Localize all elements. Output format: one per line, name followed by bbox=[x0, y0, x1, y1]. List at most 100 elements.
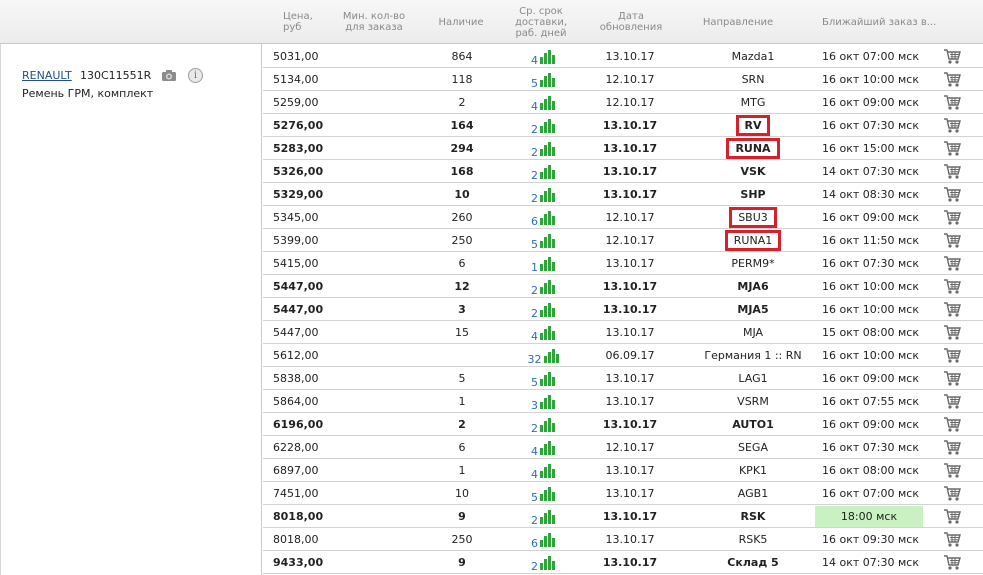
stock-cell: 12 bbox=[454, 280, 470, 293]
delivery-days-cell[interactable]: 5 bbox=[513, 229, 573, 252]
delivery-days-cell[interactable]: 2 bbox=[513, 275, 573, 298]
cart-icon[interactable] bbox=[939, 413, 965, 436]
cart-icon[interactable] bbox=[939, 344, 965, 367]
delivery-days-cell[interactable]: 2 bbox=[513, 505, 573, 528]
delivery-stats-icon[interactable] bbox=[540, 394, 555, 409]
cart-icon[interactable] bbox=[939, 321, 965, 344]
delivery-days-cell[interactable]: 3 bbox=[513, 390, 573, 413]
header-updated[interactable]: Дата обновления bbox=[590, 0, 672, 44]
cart-icon[interactable] bbox=[939, 459, 965, 482]
direction-label: RSK bbox=[740, 510, 766, 523]
delivery-days-cell[interactable]: 2 bbox=[513, 298, 573, 321]
cart-icon[interactable] bbox=[939, 528, 965, 551]
stock-cell: 2 bbox=[458, 418, 466, 431]
cart-icon[interactable] bbox=[939, 183, 965, 206]
delivery-stats-icon[interactable] bbox=[540, 371, 555, 386]
delivery-stats-icon[interactable] bbox=[540, 555, 555, 570]
delivery-stats-icon[interactable] bbox=[540, 141, 555, 156]
cart-icon[interactable] bbox=[939, 229, 965, 252]
cart-icon[interactable] bbox=[939, 551, 965, 574]
delivery-stats-icon[interactable] bbox=[540, 210, 555, 225]
delivery-days-cell[interactable]: 2 bbox=[513, 160, 573, 183]
delivery-stats-icon[interactable] bbox=[540, 440, 555, 455]
delivery-days-cell[interactable]: 6 bbox=[513, 528, 573, 551]
delivery-days-cell[interactable]: 2 bbox=[513, 183, 573, 206]
delivery-stats-icon[interactable] bbox=[540, 417, 555, 432]
header-delivery-days[interactable]: Ср. срок доставки, раб. дней bbox=[504, 0, 578, 44]
table-row: 5415,00 6 1 13.10.17 PERM9* 16 окт 07:30 мск bbox=[263, 252, 983, 275]
direction-label: SBU3 bbox=[729, 207, 777, 228]
delivery-stats-icon[interactable] bbox=[540, 302, 555, 317]
min-qty-cell bbox=[335, 390, 415, 413]
table-row: 7451,00 10 5 13.10.17 AGB1 16 окт 07:00 мск bbox=[263, 482, 983, 505]
header-nearest-order[interactable]: Ближайший заказ в... bbox=[822, 0, 952, 44]
part-description: Ремень ГРМ, комплект bbox=[22, 87, 154, 100]
delivery-days-cell[interactable]: 4 bbox=[513, 321, 573, 344]
table-row: 5276,00 164 2 13.10.17 RV 16 окт 07:30 мск bbox=[263, 114, 983, 137]
delivery-days-cell[interactable]: 1 bbox=[513, 252, 573, 275]
delivery-stats-icon[interactable] bbox=[540, 187, 555, 202]
cart-icon[interactable] bbox=[939, 390, 965, 413]
delivery-days-cell[interactable]: 32 bbox=[513, 344, 573, 367]
delivery-days-cell[interactable]: 2 bbox=[513, 137, 573, 160]
cart-icon[interactable] bbox=[939, 367, 965, 390]
delivery-stats-icon[interactable] bbox=[540, 164, 555, 179]
delivery-stats-icon[interactable] bbox=[540, 325, 555, 340]
cart-icon[interactable] bbox=[939, 505, 965, 528]
delivery-days-cell[interactable]: 2 bbox=[513, 413, 573, 436]
cart-icon[interactable] bbox=[939, 160, 965, 183]
cart-icon[interactable] bbox=[939, 137, 965, 160]
camera-icon[interactable] bbox=[161, 69, 177, 82]
delivery-days-cell[interactable]: 4 bbox=[513, 45, 573, 68]
delivery-stats-icon[interactable] bbox=[540, 532, 555, 547]
cart-icon[interactable] bbox=[939, 275, 965, 298]
brand-link[interactable]: RENAULT bbox=[22, 69, 72, 82]
delivery-days-cell[interactable]: 5 bbox=[513, 68, 573, 91]
delivery-stats-icon[interactable] bbox=[540, 486, 555, 501]
delivery-days-cell[interactable]: 6 bbox=[513, 206, 573, 229]
cart-icon[interactable] bbox=[939, 298, 965, 321]
delivery-days-value: 3 bbox=[531, 399, 538, 412]
direction-label: RV bbox=[735, 115, 771, 136]
price-cell: 7451,00 bbox=[273, 487, 319, 500]
cart-icon[interactable] bbox=[939, 252, 965, 275]
delivery-days-value: 4 bbox=[531, 468, 538, 481]
cart-icon[interactable] bbox=[939, 68, 965, 91]
delivery-days-cell[interactable]: 4 bbox=[513, 91, 573, 114]
delivery-stats-icon[interactable] bbox=[540, 72, 555, 87]
delivery-stats-icon[interactable] bbox=[540, 95, 555, 110]
delivery-stats-icon[interactable] bbox=[540, 49, 555, 64]
header-direction[interactable]: Направление bbox=[690, 0, 786, 44]
delivery-days-cell[interactable]: 5 bbox=[513, 367, 573, 390]
delivery-stats-icon[interactable] bbox=[543, 348, 559, 363]
delivery-days-cell[interactable]: 4 bbox=[513, 459, 573, 482]
delivery-stats-icon[interactable] bbox=[540, 463, 555, 478]
cart-icon[interactable] bbox=[939, 91, 965, 114]
direction-label: RUNA1 bbox=[724, 230, 782, 251]
direction-cell: VSK bbox=[695, 160, 811, 183]
delivery-stats-icon[interactable] bbox=[540, 256, 555, 271]
delivery-stats-icon[interactable] bbox=[540, 118, 555, 133]
header-price[interactable]: Цена, руб bbox=[283, 0, 333, 44]
delivery-days-cell[interactable]: 4 bbox=[513, 436, 573, 459]
info-icon[interactable]: i bbox=[188, 68, 203, 83]
updated-date-cell: 13.10.17 bbox=[602, 418, 658, 431]
nearest-order-cell: 16 окт 07:30 мск bbox=[822, 257, 919, 270]
delivery-days-value: 2 bbox=[531, 514, 538, 527]
delivery-days-cell[interactable]: 2 bbox=[513, 114, 573, 137]
delivery-stats-icon[interactable] bbox=[540, 279, 555, 294]
header-stock[interactable]: Наличие bbox=[428, 0, 494, 44]
cart-icon[interactable] bbox=[939, 45, 965, 68]
nearest-order-cell: 16 окт 10:00 мск bbox=[822, 280, 919, 293]
cart-icon[interactable] bbox=[939, 114, 965, 137]
header-min-qty[interactable]: Мин. кол-во для заказа bbox=[334, 0, 414, 44]
delivery-days-cell[interactable]: 5 bbox=[513, 482, 573, 505]
min-qty-cell bbox=[335, 459, 415, 482]
cart-icon[interactable] bbox=[939, 482, 965, 505]
delivery-days-cell[interactable]: 2 bbox=[513, 551, 573, 574]
delivery-stats-icon[interactable] bbox=[540, 509, 555, 524]
delivery-stats-icon[interactable] bbox=[540, 233, 555, 248]
direction-label: MJA bbox=[742, 326, 764, 339]
cart-icon[interactable] bbox=[939, 206, 965, 229]
cart-icon[interactable] bbox=[939, 436, 965, 459]
